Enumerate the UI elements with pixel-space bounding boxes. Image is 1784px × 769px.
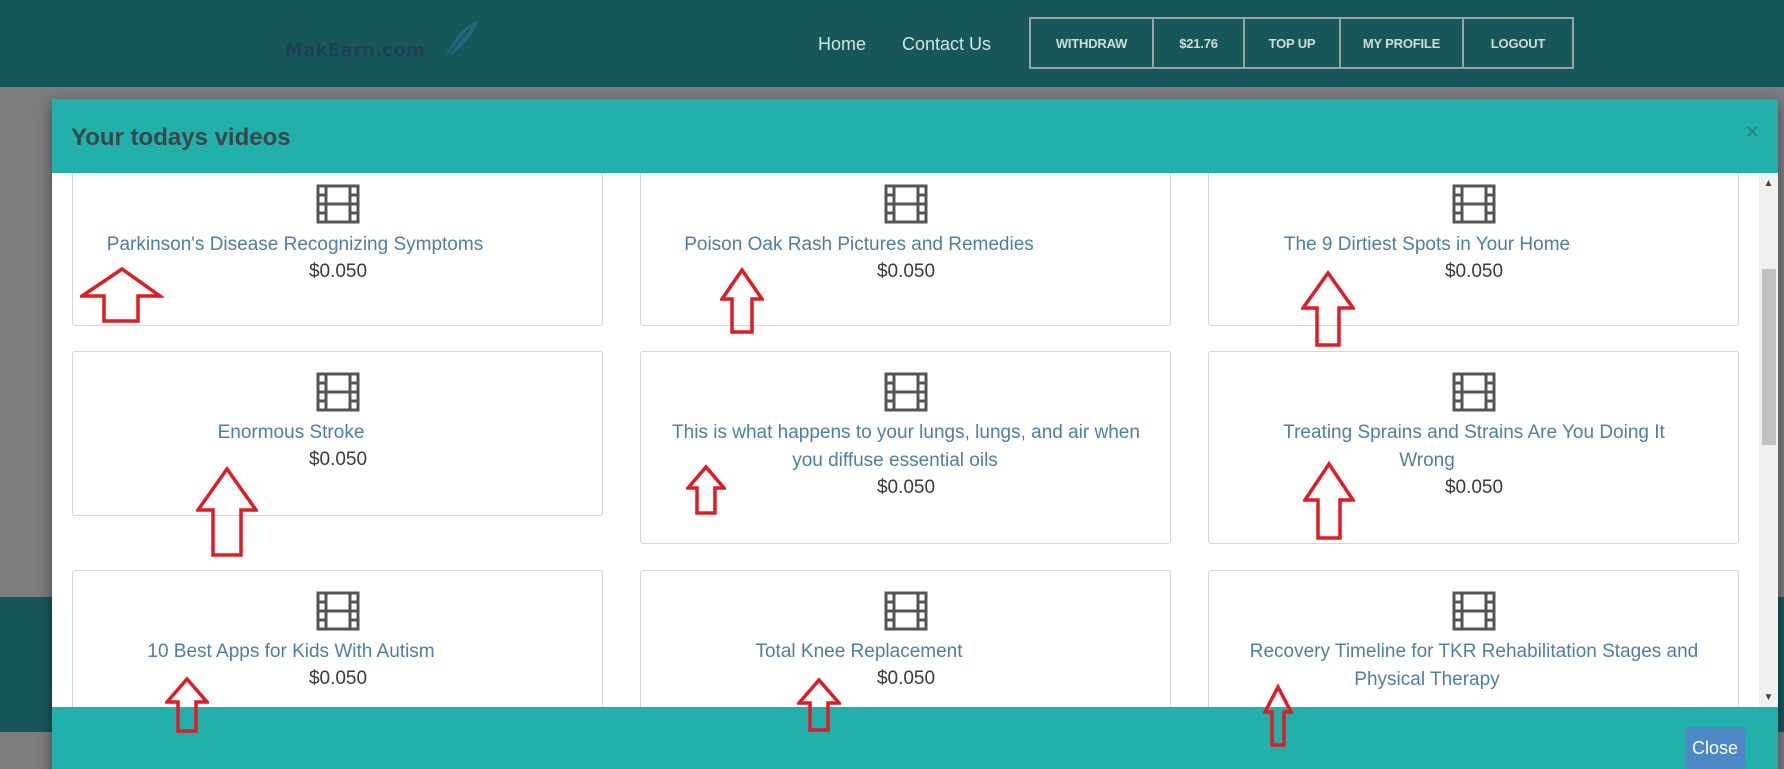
film-icon [1452,184,1496,224]
video-title-link[interactable]: Total Knee Replacement [641,638,1077,666]
video-title-link[interactable]: Treating Sprains and Strains Are You Doi… [1209,419,1739,447]
annotation-arrow-icon [1303,461,1355,540]
video-title-link-line2[interactable]: Wrong [1209,447,1645,475]
videos-modal: Your todays videos × Parkinson's Disease… [52,99,1778,769]
balance-button[interactable]: $21.76 [1154,19,1245,67]
annotation-arrow-icon [1301,270,1355,347]
my-profile-button[interactable]: MY PROFILE [1341,19,1464,67]
scrollbar-thumb[interactable] [1762,269,1776,445]
video-card[interactable]: 10 Best Apps for Kids With Autism $0.050 [72,570,603,707]
close-button[interactable]: Close [1685,727,1745,769]
modal-footer: Close [52,707,1778,769]
film-icon [316,184,360,224]
film-icon [316,591,360,631]
video-title-link[interactable]: Recovery Timeline for TKR Rehabilitation… [1209,638,1739,666]
nav-home-link[interactable]: Home [818,34,866,55]
video-title-link[interactable]: This is what happens to your lungs, lung… [641,419,1171,447]
annotation-arrow-icon [196,466,258,557]
video-card[interactable]: The 9 Dirtiest Spots in Your Home $0.050 [1208,173,1739,326]
film-icon [1452,591,1496,631]
film-icon [884,372,928,412]
annotation-arrow-icon [165,676,209,733]
video-card[interactable]: Treating Sprains and Strains Are You Doi… [1208,351,1739,544]
video-card[interactable]: Enormous Stroke $0.050 [72,351,603,516]
video-price: $0.050 [1444,477,1504,498]
annotation-arrow-icon [686,464,726,515]
video-title-link[interactable]: Parkinson's Disease Recognizing Symptoms [73,231,517,259]
film-icon [884,591,928,631]
top-navbar: MakEarn.com Home Contact Us WITHDRAW $21… [0,0,1784,87]
video-title-link[interactable]: Enormous Stroke [73,419,509,447]
account-button-group: WITHDRAW $21.76 TOP UP MY PROFILE LOGOUT [1029,17,1574,69]
video-title-link[interactable]: The 9 Dirtiest Spots in Your Home [1209,231,1645,259]
film-icon [884,184,928,224]
topup-button[interactable]: TOP UP [1245,19,1341,67]
video-price: $0.050 [308,449,368,470]
annotation-arrow-icon [1263,684,1293,747]
video-title-link[interactable]: Poison Oak Rash Pictures and Remedies [641,231,1077,259]
site-logo[interactable]: MakEarn.com [285,40,425,61]
video-price: $0.050 [308,668,368,689]
film-icon [316,372,360,412]
modal-title: Your todays videos [71,124,291,151]
modal-body[interactable]: Parkinson's Disease Recognizing Symptoms… [52,173,1778,707]
annotation-arrow-icon [80,266,164,323]
film-icon [1452,372,1496,412]
annotation-arrow-icon [720,267,764,334]
video-title-link[interactable]: 10 Best Apps for Kids With Autism [73,638,509,666]
scroll-up-arrow-icon[interactable]: ▲ [1759,175,1778,193]
video-price: $0.050 [1444,261,1504,282]
withdraw-button[interactable]: WITHDRAW [1031,19,1154,67]
video-price: $0.050 [876,668,936,689]
logo-feather-icon [443,20,478,61]
modal-scrollbar[interactable]: ▲ ▼ [1759,173,1778,707]
modal-header: Your todays videos × [52,99,1778,173]
scroll-down-arrow-icon[interactable]: ▼ [1759,689,1778,707]
nav-contact-link[interactable]: Contact Us [902,34,991,55]
video-card[interactable]: Total Knee Replacement $0.050 [640,570,1171,707]
annotation-arrow-icon [797,677,841,732]
modal-close-icon[interactable]: × [1746,119,1759,145]
logout-button[interactable]: LOGOUT [1464,19,1572,67]
